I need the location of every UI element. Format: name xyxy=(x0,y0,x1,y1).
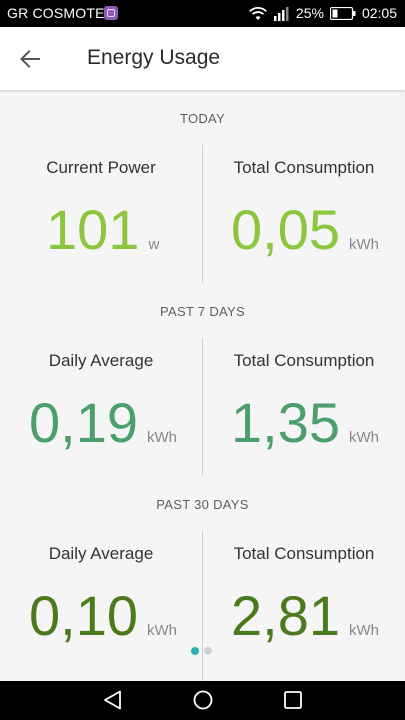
status-bar: GR COSMOTE 25% 02:05 xyxy=(0,0,405,27)
signal-icon xyxy=(273,6,290,21)
triangle-back-icon xyxy=(104,690,121,710)
page-indicator xyxy=(191,647,212,655)
section-header-past-7-days: PAST 7 DAYS xyxy=(160,304,245,319)
carrier-name: GR COSMOTE xyxy=(7,5,105,21)
current-power-unit: w xyxy=(148,236,160,253)
today-consumption-reading: 0,05 kWh xyxy=(231,202,379,258)
month-average-value: 0,10 xyxy=(29,584,138,647)
week-consumption-reading: 1,35 kWh xyxy=(231,395,379,451)
section-header-today: TODAY xyxy=(179,111,226,126)
wifi-icon xyxy=(248,6,268,21)
nav-back-button[interactable] xyxy=(102,689,124,716)
month-average-unit: kWh xyxy=(147,622,177,639)
month-consumption-reading: 2,81 kWh xyxy=(231,588,379,644)
page-dot[interactable] xyxy=(204,647,212,655)
battery-percent: 25% xyxy=(295,5,324,21)
back-button[interactable] xyxy=(12,42,50,76)
week-average-unit: kWh xyxy=(147,429,177,446)
month-consumption-value: 2,81 xyxy=(231,584,340,647)
week-consumption-value: 1,35 xyxy=(231,391,340,454)
current-power-reading: 101 w xyxy=(46,202,159,258)
page-title: Energy Usage xyxy=(87,46,221,69)
total-consumption-label: Total Consumption xyxy=(233,351,375,370)
current-power-value: 101 xyxy=(46,198,140,261)
month-consumption-unit: kWh xyxy=(349,622,379,639)
page-dot-active[interactable] xyxy=(191,647,199,655)
today-consumption-unit: kWh xyxy=(349,236,379,253)
daily-average-label: Daily Average xyxy=(48,351,154,370)
today-consumption-value: 0,05 xyxy=(231,198,340,261)
status-right: 25% 02:05 xyxy=(248,5,397,21)
daily-average-label: Daily Average xyxy=(48,544,154,563)
total-consumption-label: Total Consumption xyxy=(233,544,375,563)
square-recents-icon xyxy=(284,691,302,709)
navigation-bar xyxy=(0,681,405,720)
month-average-reading: 0,10 kWh xyxy=(29,588,177,644)
app-bar: Energy Usage xyxy=(0,27,405,90)
circle-home-icon xyxy=(193,690,213,710)
section-header-past-30-days: PAST 30 DAYS xyxy=(156,497,249,512)
current-power-label: Current Power xyxy=(46,158,156,177)
back-arrow-icon xyxy=(20,50,40,68)
notification-icon xyxy=(104,6,118,20)
week-consumption-unit: kWh xyxy=(349,429,379,446)
clock: 02:05 xyxy=(361,5,397,21)
week-average-value: 0,19 xyxy=(29,391,138,454)
week-average-reading: 0,19 kWh xyxy=(29,395,177,451)
nav-home-button[interactable] xyxy=(192,689,214,716)
total-consumption-label: Total Consumption xyxy=(233,158,375,177)
battery-icon xyxy=(329,6,356,20)
nav-recents-button[interactable] xyxy=(282,689,304,716)
